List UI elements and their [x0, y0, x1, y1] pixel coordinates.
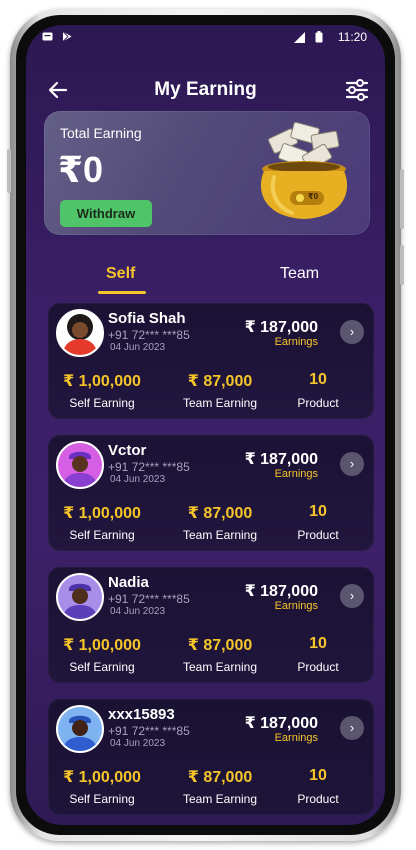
team-earning-label: Team Earning: [182, 792, 258, 806]
member-card[interactable]: Nadia +91 72*** ***85 04 Jun 2023 ₹ 187,…: [48, 567, 374, 683]
team-earning-value: ₹ 87,000: [187, 505, 253, 522]
withdraw-button[interactable]: Withdraw: [60, 200, 152, 227]
self-earning-value: ₹ 1,00,000: [63, 637, 141, 654]
team-earning-value: ₹ 87,000: [187, 637, 253, 654]
chevron-right-icon[interactable]: ›: [340, 716, 364, 740]
team-earning-label: Team Earning: [182, 528, 258, 542]
chevron-right-icon[interactable]: ›: [340, 320, 364, 344]
product-value: 10: [309, 371, 327, 388]
status-right-icons: 11:20: [293, 30, 367, 44]
team-earning-label: Team Earning: [182, 660, 258, 674]
member-earnings-label: Earnings: [274, 732, 318, 744]
member-earnings-amount: ₹ 187,000: [244, 319, 318, 336]
team-earning-value: ₹ 87,000: [187, 769, 253, 786]
avatar: [56, 441, 104, 489]
status-time: 11:20: [337, 30, 367, 44]
person-photo: [58, 575, 102, 619]
app-header: My Earning: [26, 71, 385, 111]
self-earning-label: Self Earning: [69, 396, 135, 410]
member-earnings-amount: ₹ 187,000: [244, 583, 318, 600]
member-date: 04 Jun 2023: [110, 606, 166, 617]
member-name: Sofia Shah: [108, 310, 186, 327]
total-earning-card: Total Earning ₹0 Withdraw ₹0: [44, 111, 370, 235]
product-label: Product: [297, 660, 339, 674]
member-date: 04 Jun 2023: [110, 342, 166, 353]
page-title: My Earning: [154, 79, 257, 100]
total-earning-amount: ₹0: [58, 149, 104, 190]
product-value: 10: [309, 503, 327, 520]
member-earnings-amount: ₹ 187,000: [244, 451, 318, 468]
phone-frame: 11:20 My Earning Total Earning ₹0 Withdr…: [7, 9, 404, 841]
product-value: 10: [309, 767, 327, 784]
avatar: [56, 309, 104, 357]
pot-tag-text: ₹0: [308, 192, 319, 201]
product-label: Product: [297, 528, 339, 542]
product-value: 10: [309, 635, 327, 652]
member-phone: +91 72*** ***85: [108, 460, 190, 474]
self-earning-value: ₹ 1,00,000: [63, 505, 141, 522]
member-earnings-label: Earnings: [274, 336, 318, 348]
signal-icon: [293, 31, 305, 43]
volume-button: [7, 149, 11, 193]
member-phone: +91 72*** ***85: [108, 328, 190, 342]
app-screen: 11:20 My Earning Total Earning ₹0 Withdr…: [26, 25, 385, 825]
team-earning-value: ₹ 87,000: [187, 373, 253, 390]
member-earnings-amount: ₹ 187,000: [244, 715, 318, 732]
member-earnings-label: Earnings: [274, 600, 318, 612]
member-name: Nadia: [108, 574, 149, 591]
money-pot-illustration: ₹0: [252, 119, 356, 229]
product-label: Product: [297, 792, 339, 806]
product-label: Product: [297, 396, 339, 410]
member-date: 04 Jun 2023: [110, 738, 166, 749]
person-photo: [58, 707, 102, 751]
member-phone: +91 72*** ***85: [108, 724, 190, 738]
member-date: 04 Jun 2023: [110, 474, 166, 485]
member-phone: +91 72*** ***85: [108, 592, 190, 606]
person-photo: [58, 443, 102, 487]
avatar: [56, 705, 104, 753]
member-card[interactable]: Sofia Shah +91 72*** ***85 04 Jun 2023 ₹…: [48, 303, 374, 419]
avatar: [56, 573, 104, 621]
chevron-right-icon[interactable]: ›: [340, 452, 364, 476]
tab-self[interactable]: Self: [106, 265, 135, 283]
money-pot-icon: [260, 121, 348, 219]
tab-team[interactable]: Team: [280, 265, 319, 283]
tab-bar: Self Team: [26, 261, 385, 297]
power-button: [400, 169, 404, 229]
self-earning-label: Self Earning: [69, 528, 135, 542]
person-photo: [58, 311, 102, 355]
team-earning-label: Team Earning: [182, 396, 258, 410]
play-store-icon: [62, 31, 72, 42]
tab-active-indicator: [98, 291, 146, 294]
member-name: xxx15893: [108, 706, 175, 723]
member-card[interactable]: xxx15893 +91 72*** ***85 04 Jun 2023 ₹ 1…: [48, 699, 374, 815]
member-card[interactable]: Vctor +91 72*** ***85 04 Jun 2023 ₹ 187,…: [48, 435, 374, 551]
status-left-icons: [42, 31, 72, 42]
member-name: Vctor: [108, 442, 147, 459]
chevron-right-icon[interactable]: ›: [340, 584, 364, 608]
side-button: [400, 245, 404, 285]
self-earning-label: Self Earning: [69, 660, 135, 674]
phone-bezel: 11:20 My Earning Total Earning ₹0 Withdr…: [16, 15, 395, 835]
member-earnings-label: Earnings: [274, 468, 318, 480]
sliders-icon[interactable]: [345, 79, 369, 101]
total-earning-label: Total Earning: [60, 125, 142, 141]
message-icon: [42, 32, 53, 40]
battery-icon: [315, 31, 323, 43]
self-earning-value: ₹ 1,00,000: [63, 373, 141, 390]
self-earning-value: ₹ 1,00,000: [63, 769, 141, 786]
status-bar: 11:20: [26, 25, 385, 51]
self-earning-label: Self Earning: [69, 792, 135, 806]
